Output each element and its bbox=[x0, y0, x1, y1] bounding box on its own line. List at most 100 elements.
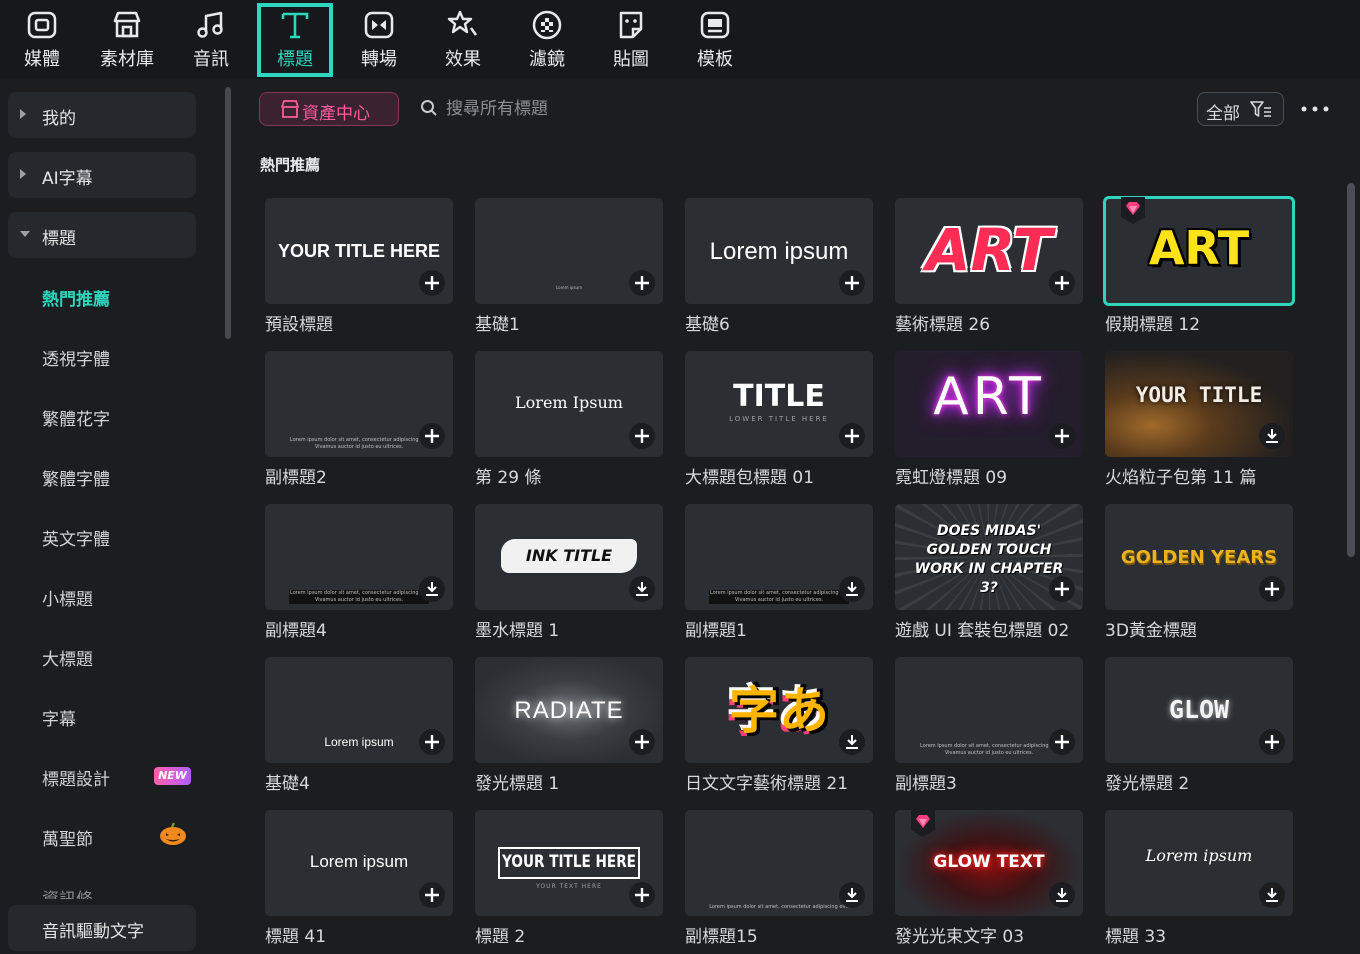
category-titles[interactable]: 標題 bbox=[8, 212, 196, 258]
add-button[interactable] bbox=[1259, 576, 1285, 602]
add-button[interactable] bbox=[1049, 729, 1075, 755]
category-mine[interactable]: 我的 bbox=[8, 92, 196, 138]
tool-library[interactable]: 素材庫 bbox=[89, 3, 165, 77]
sidebar-item-traditional-fonts[interactable]: 繁體字體 bbox=[42, 465, 110, 490]
add-button[interactable] bbox=[419, 270, 445, 296]
add-button[interactable] bbox=[419, 423, 445, 449]
add-button[interactable] bbox=[629, 729, 655, 755]
add-button[interactable] bbox=[1049, 270, 1075, 296]
card-thumbnail: GLOW bbox=[1105, 657, 1293, 763]
tool-transitions[interactable]: 轉場 bbox=[341, 3, 417, 77]
title-card[interactable]: DOES MIDAS' GOLDEN TOUCH WORK IN CHAPTER… bbox=[895, 504, 1085, 644]
download-button[interactable] bbox=[839, 729, 865, 755]
title-card[interactable]: Lorem ipsum 標題 41 bbox=[265, 810, 455, 950]
title-card[interactable]: YOUR TITLE 火焰粒子包第 11 篇 bbox=[1105, 351, 1295, 491]
sidebar-item-info-bar[interactable]: 資訊條 bbox=[42, 885, 93, 899]
download-button[interactable] bbox=[1259, 423, 1285, 449]
sidebar-item-title-design[interactable]: 標題設計 bbox=[42, 765, 110, 790]
tool-label: 轉場 bbox=[361, 49, 397, 70]
plus-icon bbox=[635, 429, 649, 443]
title-card[interactable]: GLOW 發光標題 2 bbox=[1105, 657, 1295, 797]
more-options-icon[interactable] bbox=[1300, 100, 1330, 118]
add-button[interactable] bbox=[419, 729, 445, 755]
add-button[interactable] bbox=[629, 270, 655, 296]
search-input[interactable] bbox=[446, 94, 946, 124]
title-card[interactable]: ART 霓虹燈標題 09 bbox=[895, 351, 1085, 491]
title-card[interactable]: Lorem ipsum dolor sit amet, consectetur … bbox=[265, 504, 455, 644]
category-label: AI字幕 bbox=[42, 169, 93, 189]
sidebar-item-big-titles[interactable]: 大標題 bbox=[42, 645, 93, 670]
tool-titles[interactable]: 標題 bbox=[257, 3, 333, 77]
add-button[interactable] bbox=[1049, 423, 1075, 449]
sidebar-item-popular[interactable]: 熱門推薦 bbox=[42, 285, 110, 310]
category-label: 音訊驅動文字 bbox=[42, 922, 144, 942]
plus-icon bbox=[425, 888, 439, 902]
tool-filters[interactable]: 濾鏡 bbox=[509, 3, 585, 77]
sidebar-item-english-fonts[interactable]: 英文字體 bbox=[42, 525, 110, 550]
thumb-text: Lorem ipsum dolor sit amet, consectetur … bbox=[289, 590, 429, 604]
add-button[interactable] bbox=[839, 270, 865, 296]
card-thumbnail: ART bbox=[895, 198, 1083, 304]
asset-center-button[interactable]: 資產中心 bbox=[259, 92, 399, 126]
download-button[interactable] bbox=[1259, 882, 1285, 908]
content-scrollbar[interactable] bbox=[1347, 183, 1355, 557]
title-card[interactable]: Lorem ipsum dolor sit amet, consectetur … bbox=[685, 504, 875, 644]
add-button[interactable] bbox=[839, 423, 865, 449]
title-card[interactable]: ART 藝術標題 26 bbox=[895, 198, 1085, 338]
download-icon bbox=[1266, 888, 1278, 902]
card-label: 副標題3 bbox=[895, 774, 957, 794]
title-card[interactable]: Lorem ipsum dolor sit amet, consectetur … bbox=[895, 657, 1085, 797]
title-card[interactable]: GLOW TEXT 發光光束文字 03 bbox=[895, 810, 1085, 950]
download-icon bbox=[1056, 888, 1068, 902]
title-card[interactable]: Lorem ipsum dolor sit amet, consectetur … bbox=[685, 810, 875, 950]
title-card[interactable]: Lorem ipsum 基礎1 bbox=[475, 198, 665, 338]
title-card[interactable]: Lorem ipsum 基礎4 bbox=[265, 657, 455, 797]
download-button[interactable] bbox=[839, 576, 865, 602]
title-card[interactable]: Lorem ipsum 標題 33 bbox=[1105, 810, 1295, 950]
sidebar-item-halloween[interactable]: 萬聖節 bbox=[42, 825, 93, 850]
sidebar-scrollbar[interactable] bbox=[225, 87, 231, 339]
tool-templates[interactable]: 模板 bbox=[677, 3, 753, 77]
title-card[interactable]: TITLE LOWER TITLE HERE 大標題包標題 01 bbox=[685, 351, 875, 491]
title-card[interactable]: Lorem ipsum 基礎6 bbox=[685, 198, 875, 338]
tool-effects[interactable]: 效果 bbox=[425, 3, 501, 77]
add-button[interactable] bbox=[629, 882, 655, 908]
title-card[interactable]: Lorem Ipsum 第 29 條 bbox=[475, 351, 665, 491]
download-icon bbox=[846, 582, 858, 596]
download-button[interactable] bbox=[629, 576, 655, 602]
pumpkin-icon bbox=[160, 822, 186, 845]
card-label: 副標題1 bbox=[685, 621, 747, 641]
tool-stickers[interactable]: 貼圖 bbox=[593, 3, 669, 77]
tool-media[interactable]: 媒體 bbox=[4, 3, 80, 77]
download-button[interactable] bbox=[1049, 882, 1075, 908]
add-button[interactable] bbox=[1259, 729, 1285, 755]
sidebar-item-subtitles[interactable]: 小標題 bbox=[42, 585, 93, 610]
sidebar-item-fancy-text[interactable]: 繁體花字 bbox=[42, 405, 110, 430]
sidebar-item-perspective[interactable]: 透視字體 bbox=[42, 345, 110, 370]
title-card[interactable]: 字あ 日文文字藝術標題 21 bbox=[685, 657, 875, 797]
title-card[interactable]: INK TITLE 墨水標題 1 bbox=[475, 504, 665, 644]
add-button[interactable] bbox=[629, 423, 655, 449]
download-button[interactable] bbox=[419, 576, 445, 602]
category-audio-driven-text[interactable]: 音訊驅動文字 bbox=[8, 905, 196, 951]
card-label: 發光光束文字 03 bbox=[895, 927, 1025, 947]
title-card[interactable]: YOUR TITLE HERE 預設標題 bbox=[265, 198, 455, 338]
title-card[interactable]: YOUR TITLE HERE YOUR TEXT HERE 標題 2 bbox=[475, 810, 665, 950]
card-label: 日文文字藝術標題 21 bbox=[685, 774, 849, 794]
download-button[interactable] bbox=[839, 882, 865, 908]
title-card[interactable]: RADIATE 發光標題 1 bbox=[475, 657, 665, 797]
filter-dropdown[interactable]: 全部 bbox=[1197, 92, 1284, 126]
tool-audio[interactable]: 音訊 bbox=[173, 3, 249, 77]
sidebar-item-captions[interactable]: 字幕 bbox=[42, 705, 76, 730]
title-card[interactable]: Lorem ipsum dolor sit amet, consectetur … bbox=[265, 351, 455, 491]
media-icon bbox=[27, 11, 57, 39]
card-thumbnail: GOLDEN YEARS bbox=[1105, 504, 1293, 610]
category-ai-captions[interactable]: AI字幕 bbox=[8, 152, 196, 198]
card-label: 發光標題 2 bbox=[1105, 774, 1190, 794]
add-button[interactable] bbox=[419, 882, 445, 908]
title-card[interactable]: GOLDEN YEARS 3D黃金標題 bbox=[1105, 504, 1295, 644]
card-label: 發光標題 1 bbox=[475, 774, 560, 794]
title-card[interactable]: ART 假期標題 12 bbox=[1103, 196, 1295, 338]
add-button[interactable] bbox=[1049, 576, 1075, 602]
filter-funnel-icon bbox=[1250, 101, 1271, 117]
